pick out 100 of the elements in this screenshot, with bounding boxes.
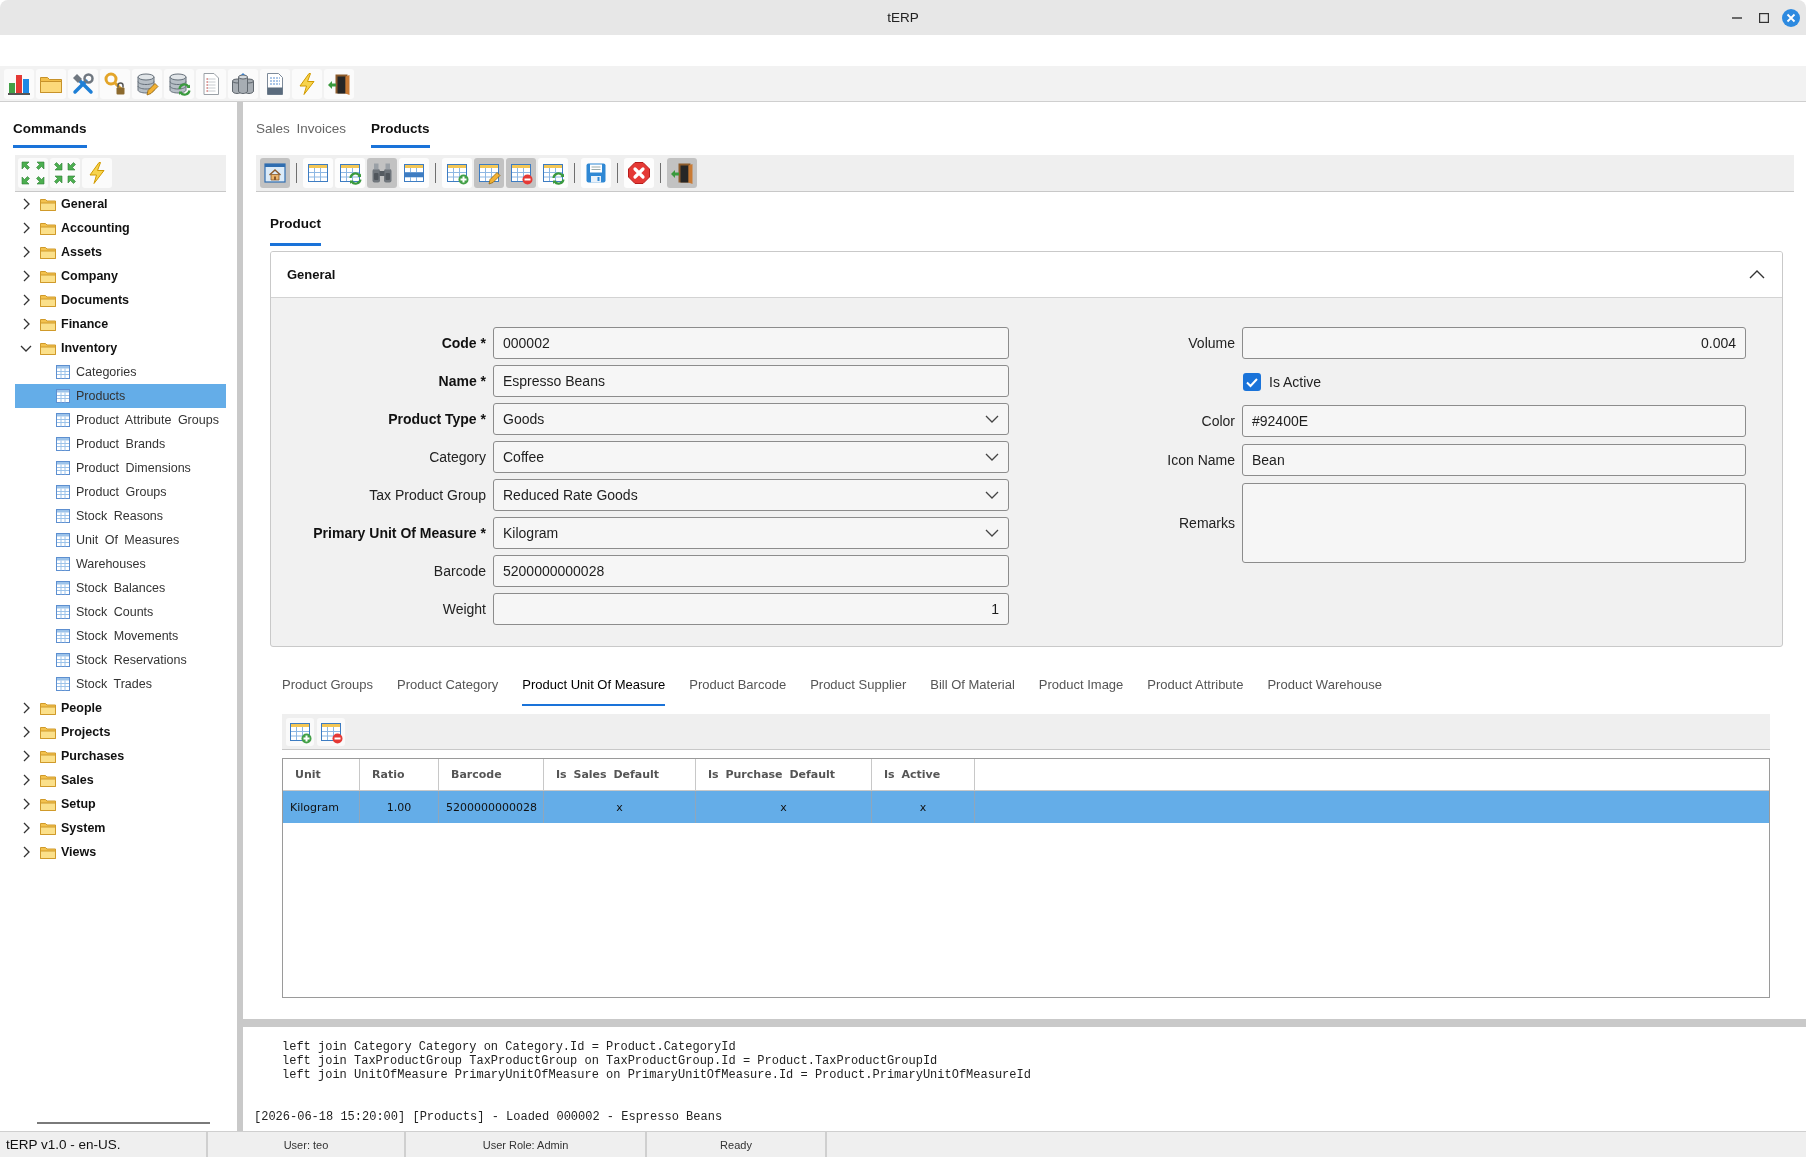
tab[interactable]: Product Warehouse	[1267, 677, 1382, 706]
tree-item[interactable]: Stock Trades	[15, 672, 226, 696]
tab[interactable]: Products	[371, 121, 430, 148]
column-header[interactable]: Barcode	[439, 759, 544, 790]
tree-item[interactable]: System	[15, 816, 226, 840]
table-cell: x	[544, 791, 696, 823]
chevron-down-icon	[985, 415, 999, 423]
toolbar-button[interactable]	[667, 158, 697, 188]
tree-item[interactable]: Sales	[15, 768, 226, 792]
binoculars-icon	[370, 161, 394, 185]
tree-item[interactable]: Inventory	[15, 336, 226, 360]
field-label: Primary Unit Of Measure *	[313, 525, 486, 541]
table-icon	[56, 461, 70, 475]
table-cell: x	[696, 791, 872, 823]
toolbar-button[interactable]	[4, 68, 34, 99]
tree-item[interactable]: Finance	[15, 312, 226, 336]
table-icon	[56, 581, 70, 595]
close-button[interactable]	[1781, 7, 1801, 28]
table-row-icon	[402, 161, 426, 185]
dropdown[interactable]: Coffee	[493, 441, 1009, 473]
chevron-down-icon	[985, 529, 999, 537]
tree-item[interactable]: Purchases	[15, 744, 226, 768]
tab[interactable]: Product Groups	[282, 677, 374, 706]
column-header[interactable]: Ratio	[360, 759, 439, 790]
column-header[interactable]: Is Sales Default	[544, 759, 696, 790]
section-title: General	[287, 267, 336, 282]
tab[interactable]: Product Attribute	[1147, 677, 1244, 706]
tree-item[interactable]: Product Attribute Groups	[15, 408, 226, 432]
toolbar-button[interactable]	[324, 68, 354, 99]
input-field[interactable]: Espresso Beans	[493, 365, 1009, 397]
section-header[interactable]: General	[271, 252, 1782, 298]
tree-item[interactable]: Accounting	[15, 216, 226, 240]
folder-icon	[40, 197, 56, 211]
dropdown[interactable]: Goods	[493, 403, 1009, 435]
table-icon	[56, 629, 70, 643]
table-minus-icon	[509, 161, 533, 185]
tab[interactable]: Product Unit Of Measure	[522, 677, 666, 706]
dropdown[interactable]: Kilogram	[493, 517, 1009, 549]
database-pencil-icon	[135, 71, 159, 96]
tree-item[interactable]: Products	[15, 384, 226, 408]
tree-item[interactable]: Stock Reservations	[15, 648, 226, 672]
tab[interactable]: Product Image	[1038, 677, 1124, 706]
number-field[interactable]: 0.004	[1242, 327, 1746, 359]
tree-item[interactable]: Company	[15, 264, 226, 288]
column-header[interactable]: Is Purchase Default	[696, 759, 872, 790]
tab[interactable]: Sales Invoices	[256, 121, 347, 148]
chevron-down-icon	[985, 453, 999, 461]
minimize-icon	[1732, 16, 1742, 19]
tree-item[interactable]: Product Groups	[15, 480, 226, 504]
tree-item[interactable]: Unit Of Measures	[15, 528, 226, 552]
tab[interactable]: Product Category	[397, 677, 499, 706]
folder-icon	[40, 821, 56, 835]
tree-item[interactable]: Setup	[15, 792, 226, 816]
folder-icon	[40, 341, 56, 355]
tree-item[interactable]: Product Dimensions	[15, 456, 226, 480]
tab[interactable]: Product Barcode	[689, 677, 787, 706]
tree-item[interactable]: Stock Reasons	[15, 504, 226, 528]
tree-item[interactable]: Product Brands	[15, 432, 226, 456]
tab[interactable]: Product	[270, 216, 321, 246]
table-row[interactable]: Kilogram 1.00 5200000000028 x x x	[283, 791, 1769, 823]
chevron-up-icon[interactable]	[1749, 270, 1765, 279]
table-icon	[56, 557, 70, 571]
tree-item[interactable]: Projects	[15, 720, 226, 744]
tree-item[interactable]: Stock Movements	[15, 624, 226, 648]
folder-icon	[40, 317, 56, 331]
cylinders-icon	[231, 71, 255, 96]
text-area[interactable]	[1242, 483, 1746, 563]
column-header[interactable]: Unit	[283, 759, 360, 790]
tree-item[interactable]: People	[15, 696, 226, 720]
tree-item[interactable]: Categories	[15, 360, 226, 384]
input-field[interactable]: 5200000000028	[493, 555, 1009, 587]
table-cell: 1.00	[360, 791, 439, 823]
log-message: [2026-06-18 15:20:00] [Products] - Loaded 000002 - Espresso Beans	[254, 1110, 723, 1124]
table-icon	[56, 677, 70, 691]
input-field[interactable]: Bean	[1242, 444, 1746, 476]
scrollbar[interactable]	[37, 1122, 210, 1124]
status-text: tERP v1.0 - en-US.	[6, 1137, 121, 1152]
input-field[interactable]: #92400E	[1242, 405, 1746, 437]
tab[interactable]: Commands	[13, 121, 87, 148]
tree-item[interactable]: Views	[15, 840, 226, 864]
tree-item[interactable]: Stock Counts	[15, 600, 226, 624]
dropdown[interactable]: Reduced Rate Goods	[493, 479, 1009, 511]
checkbox[interactable]	[1243, 373, 1261, 391]
tree-item[interactable]: General	[15, 192, 226, 216]
number-field[interactable]: 1	[493, 593, 1009, 625]
tree-item[interactable]: Assets	[15, 240, 226, 264]
tab[interactable]: Bill Of Material	[930, 677, 1015, 706]
tree-item[interactable]: Stock Balances	[15, 576, 226, 600]
arrows-out-icon	[21, 161, 45, 185]
tree-item[interactable]: Warehouses	[15, 552, 226, 576]
field-label: Color	[1201, 413, 1235, 429]
close-icon	[1782, 8, 1800, 27]
maximize-icon	[1759, 12, 1769, 23]
table-cell: 5200000000028	[439, 791, 544, 823]
column-header[interactable]: Is Active	[872, 759, 975, 790]
toolbar-button[interactable]	[624, 158, 654, 188]
tab[interactable]: Product Supplier	[810, 677, 907, 706]
input-field[interactable]: 000002	[493, 327, 1009, 359]
tree-item[interactable]: Documents	[15, 288, 226, 312]
folder-icon	[40, 701, 56, 715]
